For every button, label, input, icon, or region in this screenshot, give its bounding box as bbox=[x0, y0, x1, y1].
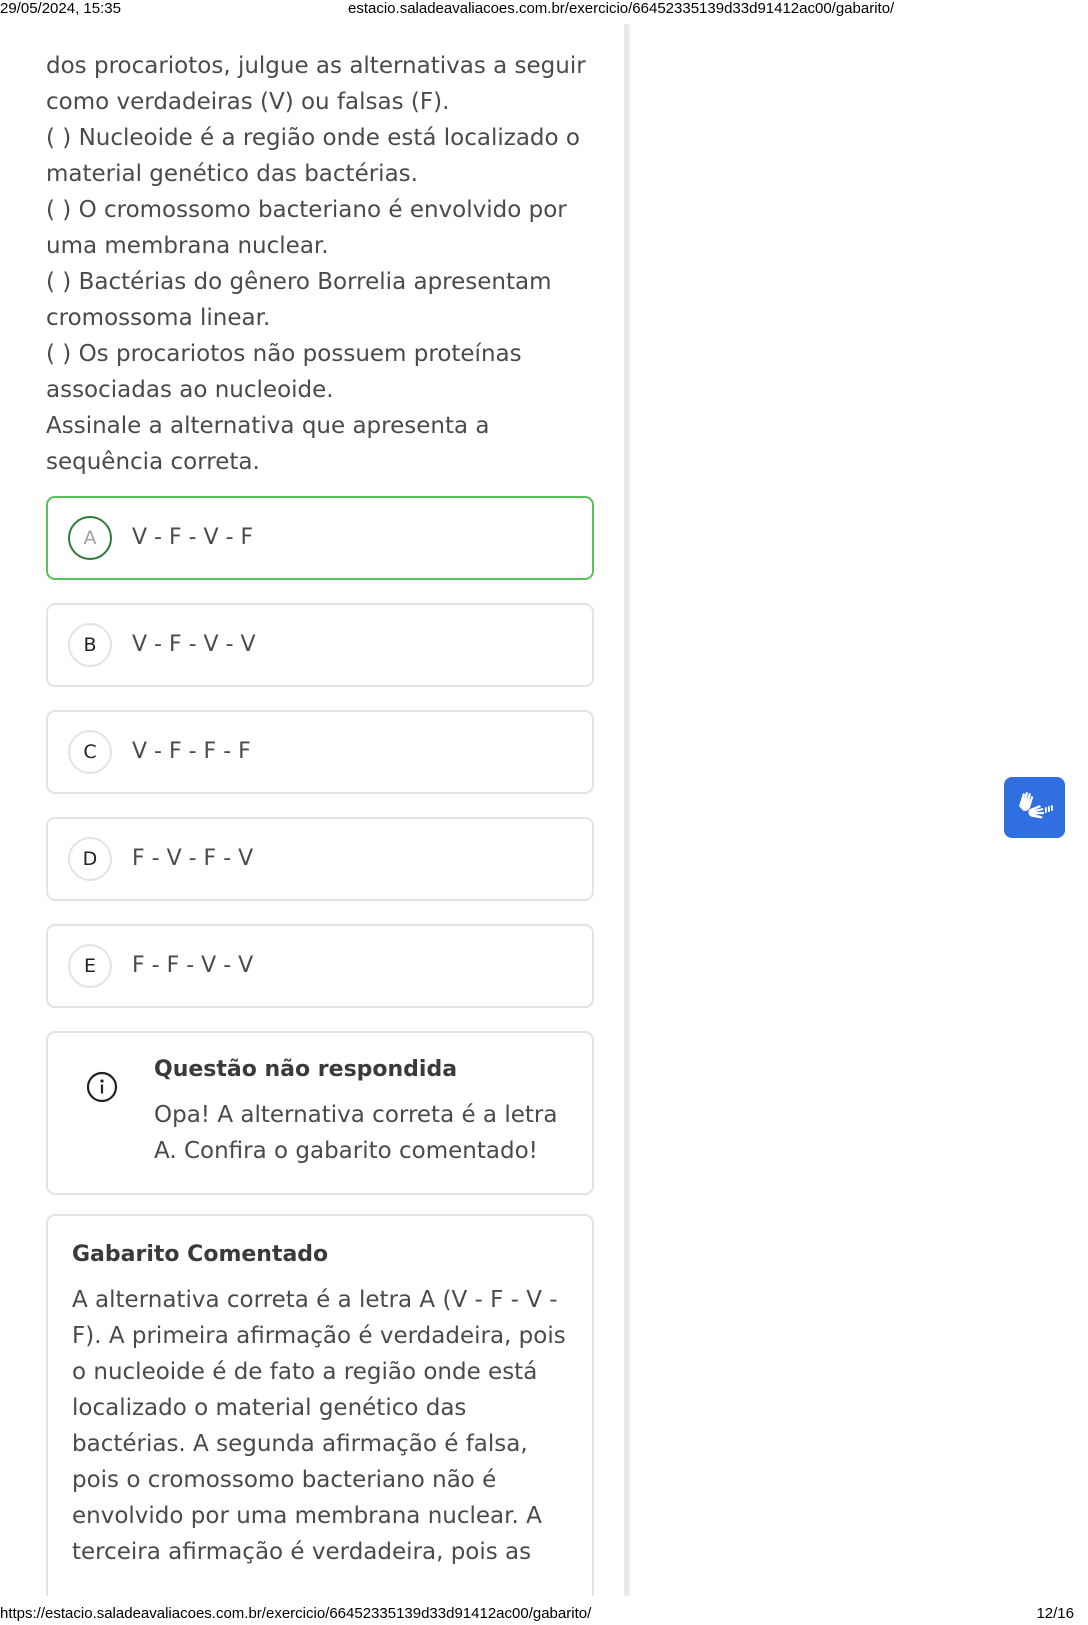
option-a[interactable]: A V - F - V - F bbox=[46, 496, 594, 580]
gabarito-line: o nucleoide é de fato a região onde está bbox=[72, 1359, 538, 1385]
page-number: 12/16 bbox=[1036, 1605, 1074, 1622]
feedback-message: Opa! A alternativa correta é a letra A. … bbox=[154, 1097, 574, 1169]
option-text-d: F - V - F - V bbox=[132, 846, 254, 871]
feedback-title: Questão não respondida bbox=[154, 1057, 458, 1082]
question-line: uma membrana nuclear. bbox=[46, 233, 329, 259]
question-line: como verdadeiras (V) ou falsas (F). bbox=[46, 89, 450, 115]
option-d[interactable]: D F - V - F - V bbox=[46, 817, 594, 901]
print-datetime: 29/05/2024, 15:35 bbox=[0, 0, 121, 17]
print-header: 29/05/2024, 15:35 estacio.saladeavaliaco… bbox=[0, 0, 1088, 18]
question-line: cromossoma linear. bbox=[46, 305, 271, 331]
gabarito-line: localizado o material genético das bbox=[72, 1395, 467, 1421]
footer-url: https://estacio.saladeavaliacoes.com.br/… bbox=[0, 1605, 592, 1622]
question-line: dos procariotos, julgue as alternativas … bbox=[46, 53, 586, 79]
option-letter-d: D bbox=[68, 837, 112, 881]
option-b[interactable]: B V - F - V - V bbox=[46, 603, 594, 687]
feedback-card: Questão não respondida Opa! A alternativ… bbox=[46, 1031, 594, 1195]
question-line: sequência correta. bbox=[46, 449, 260, 475]
question-line: ( ) Bactérias do gênero Borrelia apresen… bbox=[46, 269, 552, 295]
gabarito-card: Gabarito Comentado A alternativa correta… bbox=[46, 1214, 594, 1625]
question-line: material genético das bactérias. bbox=[46, 161, 418, 187]
option-letter-e: E bbox=[68, 944, 112, 988]
exercise-page: dos procariotos, julgue as alternativas … bbox=[6, 24, 629, 1625]
sign-language-hands-icon bbox=[1019, 792, 1053, 819]
option-text-b: V - F - V - V bbox=[132, 632, 256, 657]
feedback-line: A. Confira o gabarito comentado! bbox=[154, 1138, 538, 1164]
info-icon bbox=[86, 1071, 118, 1103]
gabarito-line: envolvido por uma membrana nuclear. A bbox=[72, 1503, 542, 1529]
question-line: ( ) O cromossomo bacteriano é envolvido … bbox=[46, 197, 567, 223]
gabarito-line: A alternativa correta é a letra A (V - F… bbox=[72, 1287, 558, 1313]
question-line: associadas ao nucleoide. bbox=[46, 377, 334, 403]
gabarito-line: bactérias. A segunda afirmação é falsa, bbox=[72, 1431, 528, 1457]
option-c[interactable]: C V - F - F - F bbox=[46, 710, 594, 794]
option-letter-a: A bbox=[68, 516, 112, 560]
option-text-a: V - F - V - F bbox=[132, 525, 254, 550]
question-line: ( ) Nucleoide é a região onde está local… bbox=[46, 125, 580, 151]
gabarito-line: F). A primeira afirmação é verdadeira, p… bbox=[72, 1323, 566, 1349]
print-url: estacio.saladeavaliacoes.com.br/exercici… bbox=[348, 0, 895, 17]
gabarito-line: pois o cromossomo bacteriano não é bbox=[72, 1467, 497, 1493]
accessibility-widget-button[interactable] bbox=[1004, 777, 1065, 838]
print-footer: https://estacio.saladeavaliacoes.com.br/… bbox=[0, 1605, 1088, 1623]
option-text-c: V - F - F - F bbox=[132, 739, 251, 764]
option-letter-c: C bbox=[68, 730, 112, 774]
gabarito-line: terceira afirmação é verdadeira, pois as bbox=[72, 1539, 532, 1565]
question-statement: dos procariotos, julgue as alternativas … bbox=[46, 48, 606, 480]
option-e[interactable]: E F - F - V - V bbox=[46, 924, 594, 1008]
question-line: ( ) Os procariotos não possuem proteínas bbox=[46, 341, 522, 367]
option-letter-b: B bbox=[68, 623, 112, 667]
question-line: Assinale a alternativa que apresenta a bbox=[46, 413, 490, 439]
gabarito-title: Gabarito Comentado bbox=[72, 1242, 329, 1267]
option-text-e: F - F - V - V bbox=[132, 953, 254, 978]
gabarito-text: A alternativa correta é a letra A (V - F… bbox=[72, 1282, 572, 1570]
feedback-line: Opa! A alternativa correta é a letra bbox=[154, 1102, 558, 1128]
